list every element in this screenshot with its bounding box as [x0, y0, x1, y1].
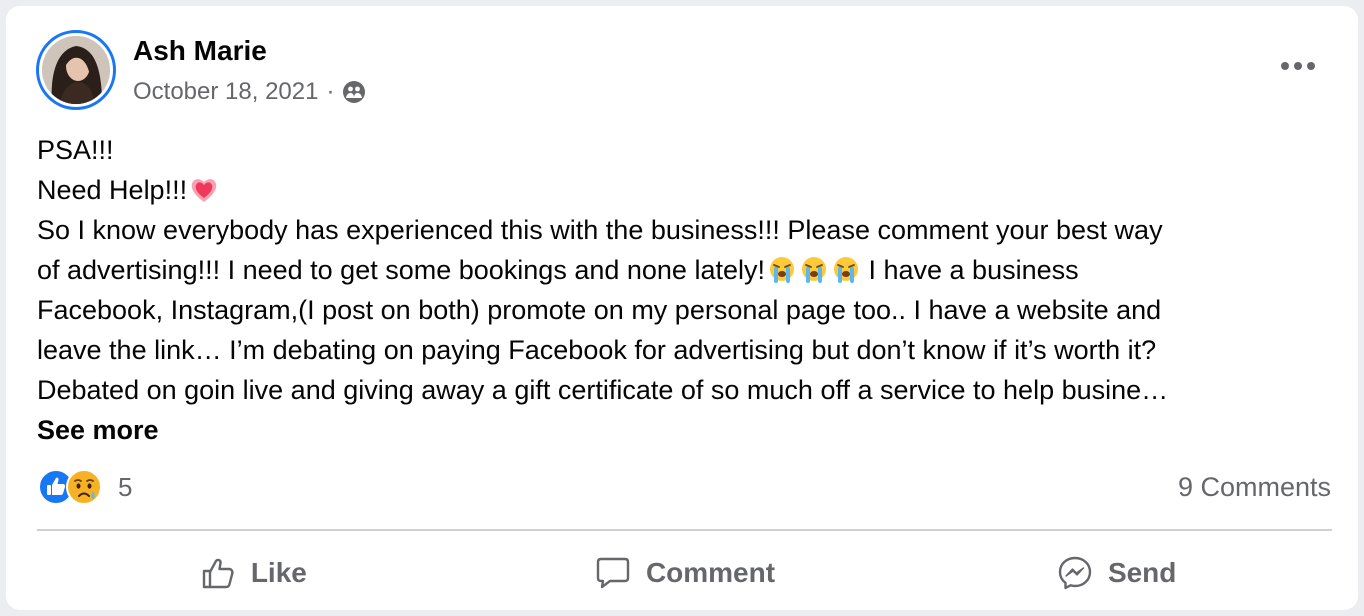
reaction-summary[interactable]: 5 — [38, 469, 132, 505]
post-card: Ash Marie October 18, 2021 · PSA!!! Need… — [6, 6, 1358, 610]
like-button[interactable]: Like — [37, 541, 469, 605]
crying-face-icon — [767, 255, 797, 285]
meta-separator: · — [326, 78, 335, 105]
comment-button[interactable]: Comment — [469, 541, 901, 605]
avatar-image — [42, 36, 110, 104]
heart-icon — [189, 175, 219, 205]
thumbs-up-icon — [202, 558, 234, 589]
more-options-icon[interactable] — [1278, 52, 1318, 80]
post-line-text: of advertising!!! I need to get some boo… — [37, 255, 765, 285]
post-meta: October 18, 2021 · — [133, 78, 366, 106]
post-line: So I know everybody has experienced this… — [37, 215, 1163, 245]
like-label: Like — [250, 557, 307, 588]
post-line: leave the link… I’m debating on paying F… — [37, 335, 1157, 365]
post-line-text: Need Help!!! — [37, 175, 188, 205]
comment-label: Comment — [645, 557, 776, 588]
author-avatar[interactable] — [36, 30, 116, 110]
post-line: Debated on goin live and giving away a g… — [37, 375, 1169, 405]
crying-face-icon — [831, 255, 861, 285]
send-button[interactable]: Send — [900, 541, 1332, 605]
post-line: of advertising!!! I need to get some boo… — [37, 250, 1333, 290]
divider — [37, 529, 1332, 531]
messenger-icon — [1058, 556, 1092, 590]
sad-icon — [66, 469, 102, 505]
reaction-count: 5 — [118, 471, 133, 502]
crying-face-icon — [799, 255, 829, 285]
action-bar: Like Comment Send — [37, 541, 1332, 605]
comments-count-link[interactable]: 9 Comments — [1178, 472, 1331, 503]
post-line-text: I have a business — [860, 255, 1079, 285]
post-line: Facebook, Instagram,(I post on both) pro… — [37, 295, 1162, 325]
post-line: PSA!!! — [37, 135, 114, 165]
friends-icon[interactable] — [342, 80, 366, 104]
post-date[interactable]: October 18, 2021 — [133, 78, 318, 106]
send-label: Send — [1107, 557, 1177, 588]
author-name[interactable]: Ash Marie — [133, 35, 267, 67]
comment-icon — [596, 557, 630, 589]
post-line: Need Help!!! — [37, 170, 1333, 210]
see-more-link[interactable]: See more — [37, 410, 1333, 450]
post-text: PSA!!! Need Help!!! So I know everybody … — [37, 130, 1333, 450]
